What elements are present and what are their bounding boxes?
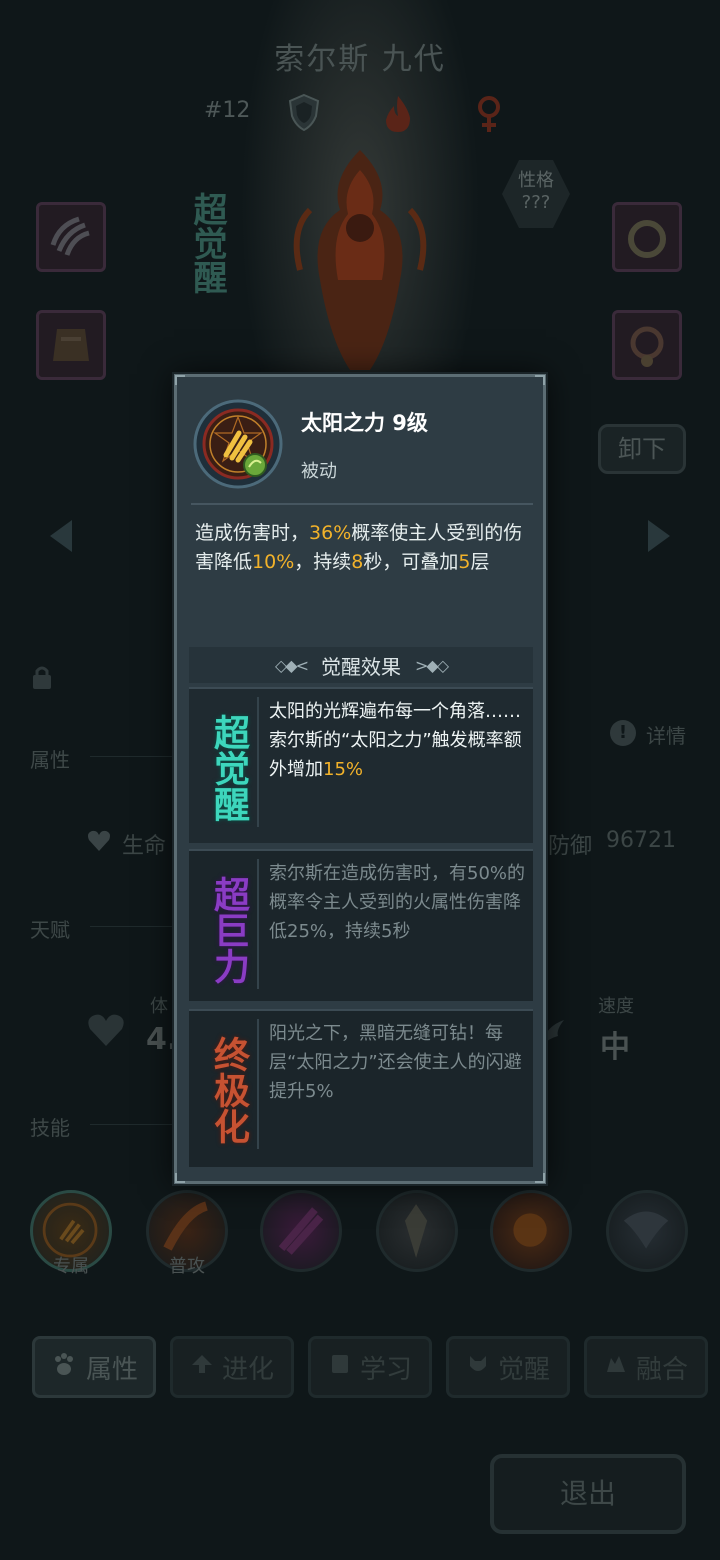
skill-slot-6[interactable] <box>606 1190 688 1272</box>
awaken-effect-ultimate: 终极化 阳光之下，黑暗无缝可钻！每层“太阳之力”还会使主人的闪避提升5% <box>189 1009 533 1167</box>
equip-slot-armor[interactable] <box>36 310 106 380</box>
awaken-effects-title: 觉醒效果 <box>321 654 401 679</box>
awaken-effect-super-strength: 超巨力 索尔斯在造成伤害时，有50%的概率令主人受到的火属性伤害降低25%，持续… <box>189 849 533 1001</box>
header-deco-right: >◆◇ <box>415 655 449 675</box>
skill-exclusive-label: 专属 <box>53 1256 89 1277</box>
body-heart-icon <box>86 1012 126 1048</box>
skill-normal-label: 普攻 <box>169 1256 205 1277</box>
prev-hero-arrow[interactable] <box>50 520 72 552</box>
popup-corner-tr <box>535 375 545 385</box>
super-awaken-badge: 超觉醒 <box>208 714 249 822</box>
tab-learn-label: 学习 <box>359 1354 412 1385</box>
talent-section-label: 天赋 <box>30 918 70 942</box>
lock-icon[interactable] <box>30 664 54 690</box>
speed-value: 中 <box>600 1030 630 1065</box>
tab-attributes[interactable]: 属性 <box>32 1336 156 1398</box>
tab-learn[interactable]: 学习 <box>308 1336 432 1398</box>
popup-divider <box>191 503 533 505</box>
effect-1-text: 太阳的光辉遍布每一个角落……索尔斯的“太阳之力”触发概率额外增加15% <box>269 697 525 784</box>
popup-corner-bl <box>175 1173 185 1183</box>
defense-label: 防御 <box>548 834 593 859</box>
sun-power-skill-icon <box>193 399 283 489</box>
skill-slot-3[interactable] <box>260 1190 342 1272</box>
skill-detail-popup[interactable]: 太阳之力 9级 被动 造成伤害时，36%概率使主人受到的伤害降低10%，持续8秒… <box>174 374 546 1184</box>
effect-2-text: 索尔斯在造成伤害时，有50%的概率令主人受到的火属性伤害降低25%，持续5秒 <box>269 863 526 942</box>
tab-evolve-label: 进化 <box>221 1354 274 1385</box>
awaken-effects-header: ◇◆< 觉醒效果 >◆◇ <box>189 647 533 683</box>
fire-element-icon[interactable] <box>380 94 416 134</box>
exit-button[interactable]: 退出 <box>490 1454 686 1534</box>
effect-1-separator <box>257 697 259 827</box>
unequip-button[interactable]: 卸下 <box>598 424 686 474</box>
effect-1-desc: 太阳的光辉遍布每一个角落……索尔斯的“太阳之力”触发概率额外增加 <box>269 701 522 780</box>
nature-badge[interactable]: 性格 ??? <box>502 160 570 228</box>
tab-fuse-label: 融合 <box>635 1354 688 1385</box>
hero-number: #12 <box>204 98 251 123</box>
tab-awaken-label: 觉醒 <box>497 1354 550 1385</box>
tab-attributes-label: 属性 <box>85 1354 138 1385</box>
ultimate-badge: 终极化 <box>208 1036 249 1144</box>
equip-slot-claw[interactable] <box>36 202 106 272</box>
popup-corner-br <box>535 1173 545 1183</box>
tab-fuse[interactable]: 融合 <box>584 1336 708 1398</box>
skill-type: 被动 <box>301 461 337 482</box>
desc-part-3: ，持续 <box>294 551 352 573</box>
shield-rank-icon[interactable] <box>284 92 324 132</box>
desc-part-1: 造成伤害时， <box>195 522 310 544</box>
awaken-beast-icon <box>466 1352 490 1383</box>
detail-link[interactable]: 详情 <box>646 720 686 749</box>
effect-2-separator <box>257 859 259 989</box>
effect-3-text: 阳光之下，黑暗无缝可钻！每层“太阳之力”还会使主人的闪避提升5% <box>269 1023 522 1102</box>
desc-value-stacks: 5 <box>458 551 471 573</box>
super-awaken-tag: 超觉醒 <box>187 192 227 294</box>
evolve-arrow-icon <box>190 1352 214 1383</box>
nature-label: 性格 <box>518 170 554 191</box>
desc-value-reduction: 10% <box>252 551 295 573</box>
life-heart-icon <box>86 828 112 854</box>
body-label: 体 <box>150 996 168 1017</box>
tab-awaken[interactable]: 觉醒 <box>446 1336 570 1398</box>
fuse-beast-icon <box>604 1352 628 1383</box>
desc-value-chance: 36% <box>309 522 352 544</box>
equip-slot-collar[interactable] <box>612 202 682 272</box>
speed-label: 速度 <box>598 996 634 1017</box>
female-gender-icon <box>474 94 504 134</box>
popup-corner-tl <box>175 375 185 385</box>
life-label: 生命 <box>122 834 167 859</box>
hero-character-art <box>270 140 450 380</box>
effect-3-separator <box>257 1019 259 1149</box>
header-deco-left: ◇◆< <box>274 655 309 675</box>
desc-part-4: 秒，可叠加 <box>363 551 459 573</box>
nature-value: ??? <box>521 192 551 213</box>
skill-section-label: 技能 <box>30 1116 70 1140</box>
skill-slot-4[interactable] <box>376 1190 458 1272</box>
desc-part-5: 层 <box>470 551 490 573</box>
info-icon[interactable]: ! <box>610 720 636 746</box>
awaken-effect-super-awaken: 超觉醒 太阳的光辉遍布每一个角落……索尔斯的“太阳之力”触发概率额外增加15% <box>189 687 533 843</box>
equip-slot-bell[interactable] <box>612 310 682 380</box>
defense-value: 96721 <box>606 828 676 853</box>
skill-description: 造成伤害时，36%概率使主人受到的伤害降低10%，持续8秒，可叠加5层 <box>195 519 531 577</box>
hero-name: 索尔斯 九代 <box>274 42 446 77</box>
effect-1-highlight: 15% <box>323 759 364 780</box>
book-icon <box>328 1352 352 1383</box>
super-strength-badge: 超巨力 <box>208 876 249 984</box>
skill-title: 太阳之力 9级 <box>301 411 428 435</box>
desc-value-duration: 8 <box>351 551 364 573</box>
skill-slot-5[interactable] <box>490 1190 572 1272</box>
next-hero-arrow[interactable] <box>648 520 670 552</box>
attr-section-label: 属性 <box>30 748 70 772</box>
paw-icon <box>50 1350 78 1385</box>
tab-evolve[interactable]: 进化 <box>170 1336 294 1398</box>
